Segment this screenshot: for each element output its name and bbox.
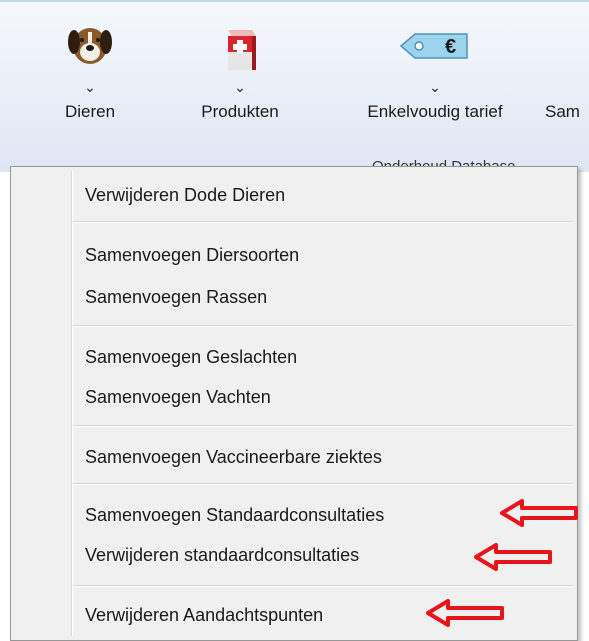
- menu-separator: [73, 221, 573, 223]
- menu-separator: [73, 483, 573, 485]
- annotation-arrow-icon: [426, 599, 504, 627]
- menu-item-samenvoegen-diersoorten[interactable]: Samenvoegen Diersoorten: [85, 245, 299, 266]
- ribbon-button-label: Produkten: [201, 102, 279, 121]
- medical-kit-icon: [216, 22, 264, 74]
- chevron-down-icon: ⌄: [234, 79, 246, 95]
- ribbon: ⌄ Dieren ⌄ Produkten € ⌄ Enkelvoudig tar…: [0, 0, 589, 175]
- ribbon-button-label: Dieren: [64, 102, 116, 121]
- ribbon-button-enkelvoudig-tarief[interactable]: € ⌄ Enkelvoudig tarief: [345, 22, 525, 122]
- menu-item-verwijderen-aandachtspunten[interactable]: Verwijderen Aandachtspunten: [85, 605, 323, 626]
- ribbon-button-dieren[interactable]: ⌄ Dieren: [50, 22, 130, 122]
- euro-symbol: €: [445, 36, 456, 58]
- menu-separator: [73, 325, 573, 327]
- chevron-down-icon: ⌄: [84, 79, 96, 95]
- menu-item-samenvoegen-rassen[interactable]: Samenvoegen Rassen: [85, 287, 267, 308]
- menu-separator: [73, 585, 573, 587]
- chevron-down-icon: ⌄: [429, 79, 441, 95]
- menu-item-samenvoegen-vachten[interactable]: Samenvoegen Vachten: [85, 387, 271, 408]
- annotation-arrow-icon: [500, 499, 578, 527]
- ribbon-button-produkten[interactable]: ⌄ Produkten: [190, 22, 290, 122]
- dog-icon: [66, 22, 114, 74]
- menu-separator: [73, 425, 573, 427]
- ribbon-button-sam[interactable]: Sam: [545, 22, 589, 122]
- page-edge: [0, 172, 10, 641]
- ribbon-button-label: Sam: [545, 102, 580, 121]
- menu-item-samenvoegen-standaardconsultaties[interactable]: Samenvoegen Standaardconsultaties: [85, 505, 384, 526]
- ribbon-button-label: Enkelvoudig tarief: [367, 102, 503, 121]
- menu-item-verwijderen-standaardconsultaties[interactable]: Verwijderen standaardconsultaties: [85, 545, 359, 566]
- price-tag-icon: €: [395, 22, 475, 74]
- menu-item-samenvoegen-geslachten[interactable]: Samenvoegen Geslachten: [85, 347, 297, 368]
- menu-item-samenvoegen-vaccineerbare-ziektes[interactable]: Samenvoegen Vaccineerbare ziektes: [85, 447, 382, 468]
- annotation-arrow-icon: [474, 543, 552, 571]
- menu-item-verwijderen-dode-dieren[interactable]: Verwijderen Dode Dieren: [85, 185, 285, 206]
